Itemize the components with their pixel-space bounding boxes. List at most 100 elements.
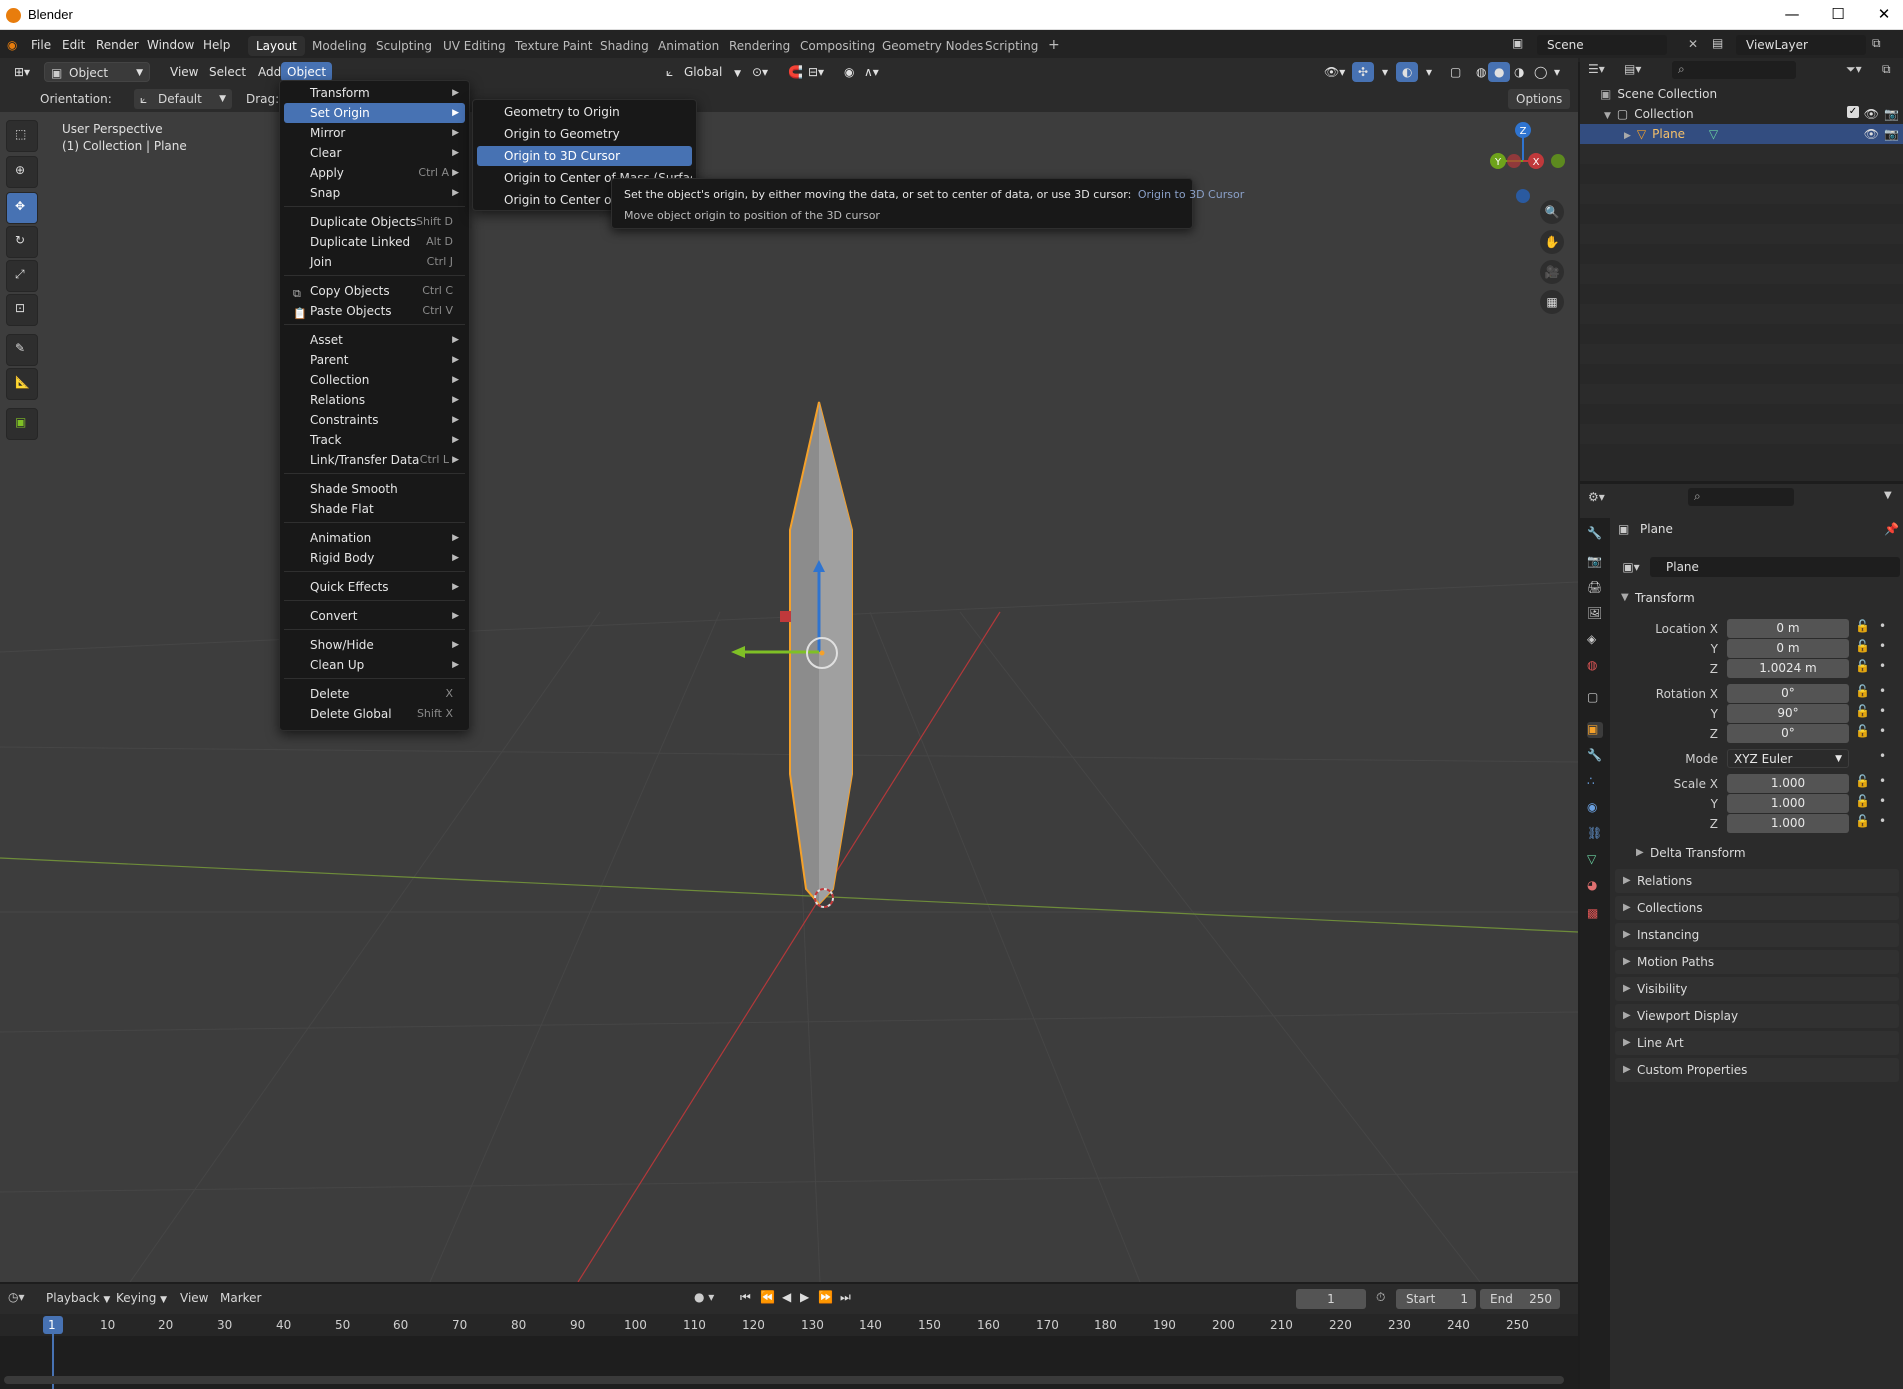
filter-icon[interactable]: ⏷▾	[1846, 62, 1862, 77]
cursor-tool[interactable]: ⊕	[6, 156, 38, 188]
outliner-search-input[interactable]: ⌕	[1672, 61, 1796, 79]
keyframe-dot-icon[interactable]: •	[1879, 704, 1886, 718]
menu-item-clear[interactable]: Clear ▶	[284, 143, 465, 163]
falloff-icon[interactable]: ∧▾	[858, 62, 885, 82]
menu-item-show-hide[interactable]: Show/Hide ▶	[284, 635, 465, 655]
properties-search-input[interactable]: ⌕	[1688, 488, 1794, 506]
custom-properties-panel[interactable]: ▶ Custom Properties	[1615, 1058, 1899, 1082]
clock-icon[interactable]: ⏱	[1376, 1290, 1385, 1305]
lock-icon[interactable]: 🔓	[1855, 704, 1870, 718]
timeline-view-menu[interactable]: View	[180, 1291, 208, 1305]
menu-item-delete-global[interactable]: Delete Global Shift X	[284, 704, 465, 724]
scene-tab-icon[interactable]: ◈	[1587, 632, 1603, 648]
lock-icon[interactable]: 🔓	[1855, 774, 1870, 788]
menu-item-relations[interactable]: Relations ▶	[284, 390, 465, 410]
instancing-panel[interactable]: ▶ Instancing	[1615, 923, 1899, 947]
tab-compositing[interactable]: Compositing	[792, 36, 883, 56]
record-icon[interactable]: ● ▾	[694, 1290, 714, 1304]
current-frame-field[interactable]: 1	[1296, 1289, 1366, 1309]
close-button[interactable]: ✕	[1872, 5, 1896, 25]
tab-scripting[interactable]: Scripting	[977, 36, 1046, 56]
lock-icon[interactable]: 🔓	[1855, 684, 1870, 698]
menu-item-mirror[interactable]: Mirror ▶	[284, 123, 465, 143]
menu-item-shade-smooth[interactable]: Shade Smooth	[284, 479, 465, 499]
pan-hand-icon[interactable]: ✋	[1540, 230, 1564, 254]
menu-item-track[interactable]: Track ▶	[284, 430, 465, 450]
camera-render-icon[interactable]: 📷	[1884, 124, 1899, 144]
transform-panel-header[interactable]: ▼ Transform	[1615, 586, 1899, 610]
menu-file[interactable]: File	[31, 38, 51, 52]
location-y-field[interactable]: 0 m	[1727, 639, 1849, 658]
keyframe-dot-icon[interactable]: •	[1879, 794, 1886, 808]
menu-item-duplicate-objects[interactable]: Duplicate Objects Shift D	[284, 212, 465, 232]
menu-item-transform[interactable]: Transform ▶	[284, 83, 465, 103]
viewlayer-new-icon[interactable]: ⧉	[1872, 36, 1881, 51]
minimize-button[interactable]: —	[1780, 5, 1804, 25]
keyframe-dot-icon[interactable]: •	[1879, 749, 1886, 763]
lock-icon[interactable]: 🔓	[1855, 794, 1870, 808]
editor-type-icon[interactable]: ⊞▾	[8, 62, 36, 82]
playback-menu[interactable]: Playback ▼	[46, 1291, 110, 1305]
collection-tab-icon[interactable]: ▢	[1587, 690, 1603, 706]
tab-rendering[interactable]: Rendering	[721, 36, 798, 56]
menu-view[interactable]: View	[164, 62, 204, 82]
pin-icon[interactable]: 📌	[1884, 522, 1899, 536]
menu-help[interactable]: Help	[203, 38, 230, 52]
keyframe-dot-icon[interactable]: •	[1879, 724, 1886, 738]
tab-shading[interactable]: Shading	[592, 36, 657, 56]
eye-icon[interactable]: 👁	[1864, 124, 1879, 144]
measure-tool[interactable]: 📐	[6, 368, 38, 400]
lock-icon[interactable]: 🔓	[1855, 724, 1870, 738]
render-tab-icon[interactable]: 📷	[1587, 554, 1603, 570]
menu-item-clean-up[interactable]: Clean Up ▶	[284, 655, 465, 675]
navigation-gizmo[interactable]: Z Y X	[1478, 116, 1568, 206]
texture-tab-icon[interactable]: ▩	[1587, 906, 1603, 922]
rotation-mode-selector[interactable]: XYZ Euler ▼	[1727, 749, 1849, 768]
timeline-area[interactable]: 1 10 20 30 40 50 60 70 80 90 100 110 120…	[0, 1314, 1578, 1389]
scene-selector[interactable]: Scene	[1537, 35, 1667, 55]
lock-icon[interactable]: 🔓	[1855, 639, 1870, 653]
collections-panel[interactable]: ▶ Collections	[1615, 896, 1899, 920]
mesh-data-icon[interactable]: ▽	[1709, 127, 1718, 141]
transform-orientation-selector[interactable]: ⟀ Global ▼	[662, 62, 747, 82]
menu-edit[interactable]: Edit	[62, 38, 85, 52]
scene-close-icon[interactable]: ✕	[1688, 37, 1698, 51]
timeline-editor-icon[interactable]: ◷▾	[8, 1290, 25, 1304]
xray-icon[interactable]: ▢	[1444, 62, 1467, 82]
collection-checkbox[interactable]: ✓	[1847, 106, 1859, 118]
add-workspace-button[interactable]: +	[1040, 34, 1068, 56]
select-box-tool[interactable]: ⬚	[6, 120, 38, 152]
menu-item-duplicate-linked[interactable]: Duplicate Linked Alt D	[284, 232, 465, 252]
pivot-icon[interactable]: ⊙▾	[746, 62, 774, 82]
rotation-x-field[interactable]: 0°	[1727, 684, 1849, 703]
properties-editor-icon[interactable]: ⚙▾	[1588, 490, 1605, 504]
viewport-display-panel[interactable]: ▶ Viewport Display	[1615, 1004, 1899, 1028]
menu-window[interactable]: Window	[147, 38, 194, 52]
tab-texture-paint[interactable]: Texture Paint	[507, 36, 600, 56]
object-tab-icon[interactable]: ▣	[1587, 722, 1603, 738]
particles-tab-icon[interactable]: ∴	[1587, 774, 1603, 790]
keyframe-dot-icon[interactable]: •	[1879, 639, 1886, 653]
visibility-icon[interactable]: 👁▾	[1318, 62, 1351, 82]
menu-item-set-origin[interactable]: Set Origin ▶	[284, 103, 465, 123]
next-keyframe-icon[interactable]: ⏩	[818, 1290, 833, 1304]
tab-modeling[interactable]: Modeling	[304, 36, 375, 56]
x-plane-handle[interactable]	[780, 611, 791, 622]
menu-item-delete[interactable]: Delete X	[284, 684, 465, 704]
camera-render-icon[interactable]: 📷	[1884, 104, 1899, 124]
scale-z-field[interactable]: 1.000	[1727, 814, 1849, 833]
menu-item-quick-effects[interactable]: Quick Effects ▶	[284, 577, 465, 597]
rotation-y-field[interactable]: 90°	[1727, 704, 1849, 723]
y-arrow-head[interactable]	[731, 646, 745, 658]
menu-item-origin-to-geometry[interactable]: Origin to Geometry	[477, 124, 692, 144]
modifier-tab-icon[interactable]: 🔧	[1587, 748, 1603, 764]
menu-item-rigid-body[interactable]: Rigid Body ▶	[284, 548, 465, 568]
menu-item-origin-to-3d-cursor[interactable]: Origin to 3D Cursor	[477, 146, 692, 166]
rotate-tool[interactable]: ↻	[6, 226, 38, 258]
menu-item-constraints[interactable]: Constraints ▶	[284, 410, 465, 430]
menu-item-convert[interactable]: Convert ▶	[284, 606, 465, 626]
material-tab-icon[interactable]: ◕	[1587, 878, 1603, 894]
line-art-panel[interactable]: ▶ Line Art	[1615, 1031, 1899, 1055]
move-tool[interactable]: ✥	[6, 192, 38, 224]
expand-arrow-icon[interactable]: ▶	[1624, 131, 1631, 141]
